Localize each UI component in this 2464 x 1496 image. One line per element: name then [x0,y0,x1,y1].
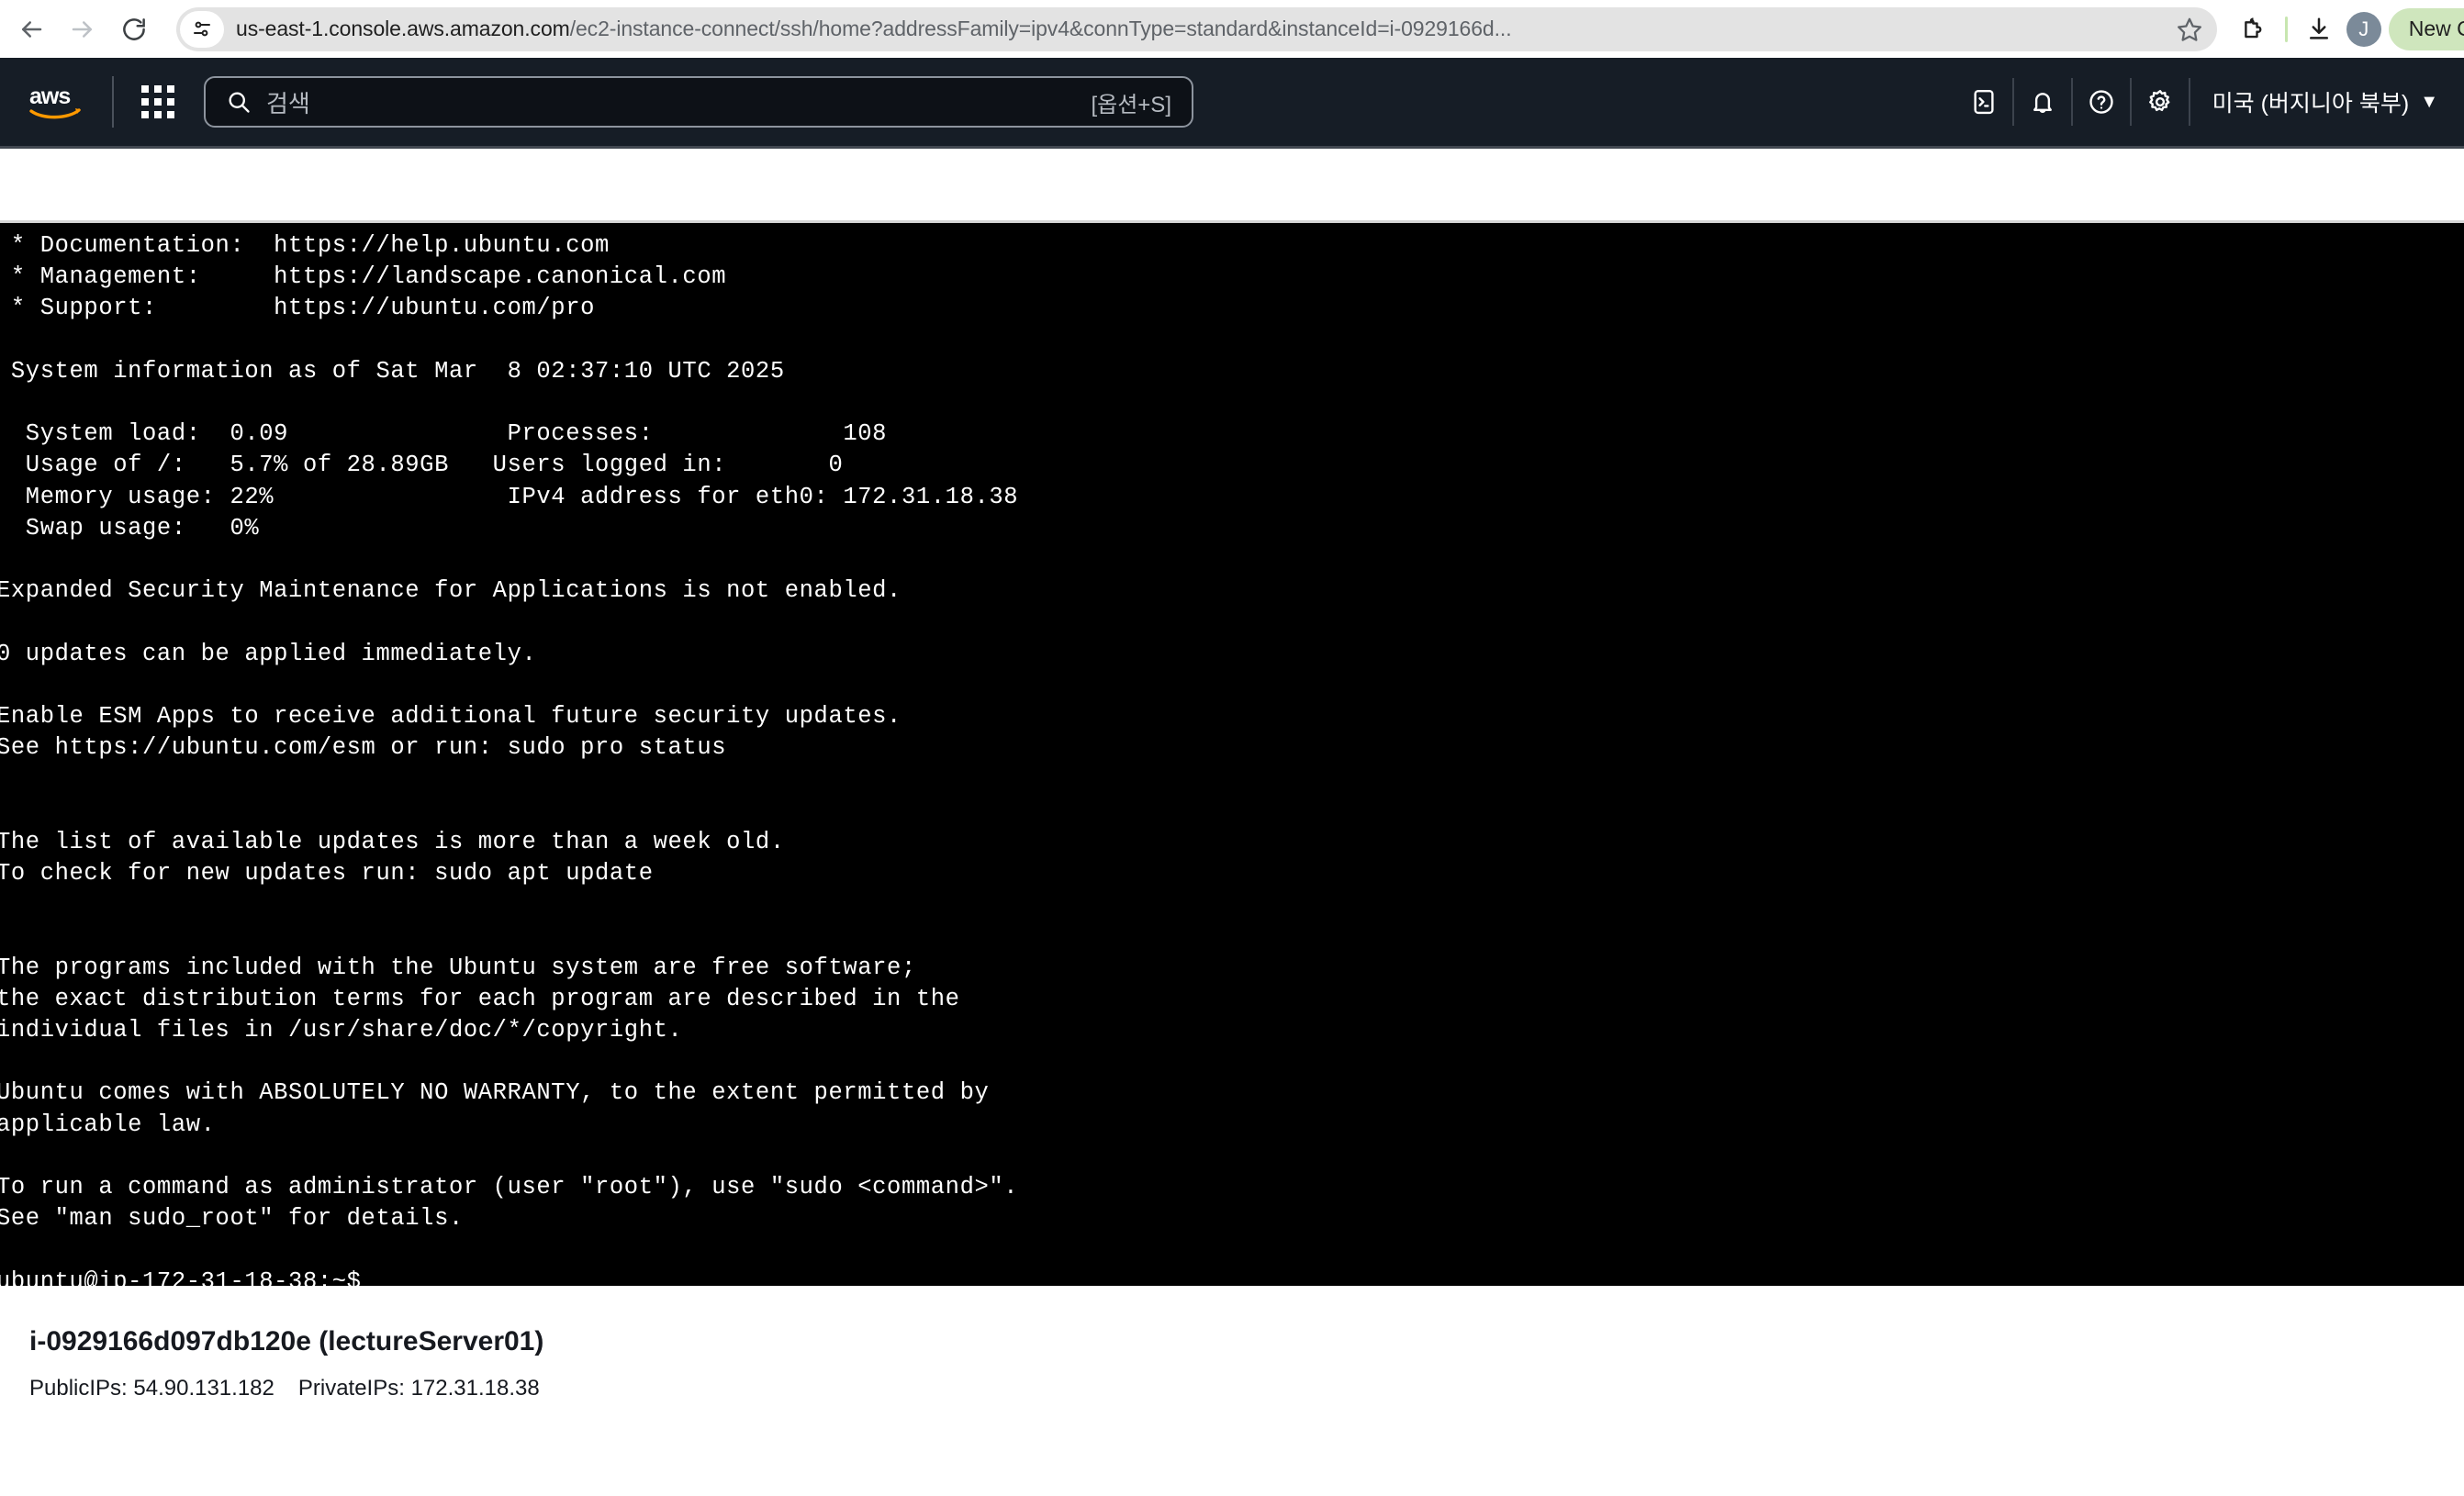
bell-icon[interactable] [2014,58,2071,146]
aws-header-actions: 미국 (버지니아 북부) ▼ [1955,58,2464,146]
instance-title: i-0929166d097db120e (lectureServer01) [29,1326,544,1356]
terminal-line: Expanded Security Maintenance for Applic… [0,577,902,605]
terminal-line: Memory usage: 22% IPv4 address for eth0:… [0,483,1019,510]
url-host: us-east-1.console.aws.amazon.com [236,17,570,40]
question-mark-icon[interactable] [2073,58,2130,146]
page-content-gap [0,149,2464,223]
aws-logo[interactable]: aws [28,82,86,122]
cloudshell-terminal-icon[interactable] [1955,58,2012,146]
search-icon [226,89,252,115]
puzzle-extensions-icon[interactable] [2230,6,2278,53]
back-arrow-icon[interactable] [6,4,57,55]
toolbar-divider [2284,16,2288,42]
terminal-line: See https://ubuntu.com/esm or run: sudo … [0,734,727,762]
search-shortcut-hint: [옵션+S] [1091,92,1171,117]
terminal-line: System information as of Sat Mar 8 02:37… [0,357,785,385]
terminal-line: See "man sudo_root" for details. [0,1205,464,1233]
terminal-output: * Documentation: https://help.ubuntu.com… [0,223,2464,1286]
url-text[interactable]: us-east-1.console.aws.amazon.com/ec2-ins… [236,17,2166,41]
terminal-line: * Management: https://landscape.canonica… [0,263,727,291]
terminal-line: Usage of /: 5.7% of 28.89GB Users logged… [0,452,844,479]
gear-icon[interactable] [2132,58,2189,146]
region-selector[interactable]: 미국 (버지니아 북부) ▼ [2190,58,2464,146]
terminal-line: System load: 0.09 Processes: 108 [0,420,888,448]
forward-arrow-icon[interactable] [57,4,108,55]
search-placeholder: 검색 [266,89,310,117]
terminal-line: The list of available updates is more th… [0,828,785,855]
terminal-line: individual files in /usr/share/doc/*/cop… [0,1017,683,1044]
terminal-line: To run a command as administrator (user … [0,1174,1019,1201]
terminal-line: Enable ESM Apps to receive additional fu… [0,703,902,731]
ssh-terminal[interactable]: * Documentation: https://help.ubuntu.com… [0,223,2464,1286]
terminal-line: 0 updates can be applied immediately. [0,640,537,667]
terminal-line: Ubuntu comes with ABSOLUTELY NO WARRANTY… [0,1079,990,1107]
reload-icon[interactable] [108,4,160,55]
private-ip-label: PrivateIPs: 172.31.18.38 [297,1376,540,1401]
site-settings-icon[interactable] [180,10,224,48]
region-label: 미국 (버지니아 북부) [2212,91,2410,117]
avatar[interactable]: J [2346,11,2381,47]
chevron-down-icon: ▼ [2420,91,2438,112]
app-grid-icon[interactable] [140,84,176,120]
terminal-line: the exact distribution terms for each pr… [0,985,960,1012]
download-icon[interactable] [2295,6,2343,53]
browser-toolbar: us-east-1.console.aws.amazon.com/ec2-ins… [0,0,2464,58]
instance-ip-row: PublicIPs: 54.90.131.182 PrivateIPs: 172… [29,1376,2464,1401]
terminal-line: * Support: https://ubuntu.com/pro [0,295,596,322]
terminal-line: To check for new updates run: sudo apt u… [0,860,654,888]
terminal-line: Swap usage: 0% [0,514,260,541]
terminal-line: The programs included with the Ubuntu sy… [0,954,916,981]
search-input[interactable]: 검색 [옵션+S] [204,76,1193,128]
terminal-line: * Documentation: https://help.ubuntu.com [0,232,610,259]
address-bar[interactable]: us-east-1.console.aws.amazon.com/ec2-ins… [176,6,2217,51]
public-ip-label: PublicIPs: 54.90.131.182 [29,1376,274,1401]
new-chrome-button[interactable]: New Chrome [2388,7,2464,50]
instance-footer: i-0929166d097db120e (lectureServer01) Pu… [0,1286,2464,1496]
aws-console-header: aws 검색 [옵션+S] 미국 (버지니아 북부) ▼ [0,58,2464,149]
star-icon[interactable] [2166,7,2213,51]
terminal-line: ubuntu@ip-172-31-18-38:~$ [0,1267,362,1286]
svg-text:aws: aws [29,84,70,109]
header-divider [112,76,114,128]
url-path: /ec2-instance-connect/ssh/home?addressFa… [569,17,1512,40]
terminal-line: applicable law. [0,1111,216,1138]
